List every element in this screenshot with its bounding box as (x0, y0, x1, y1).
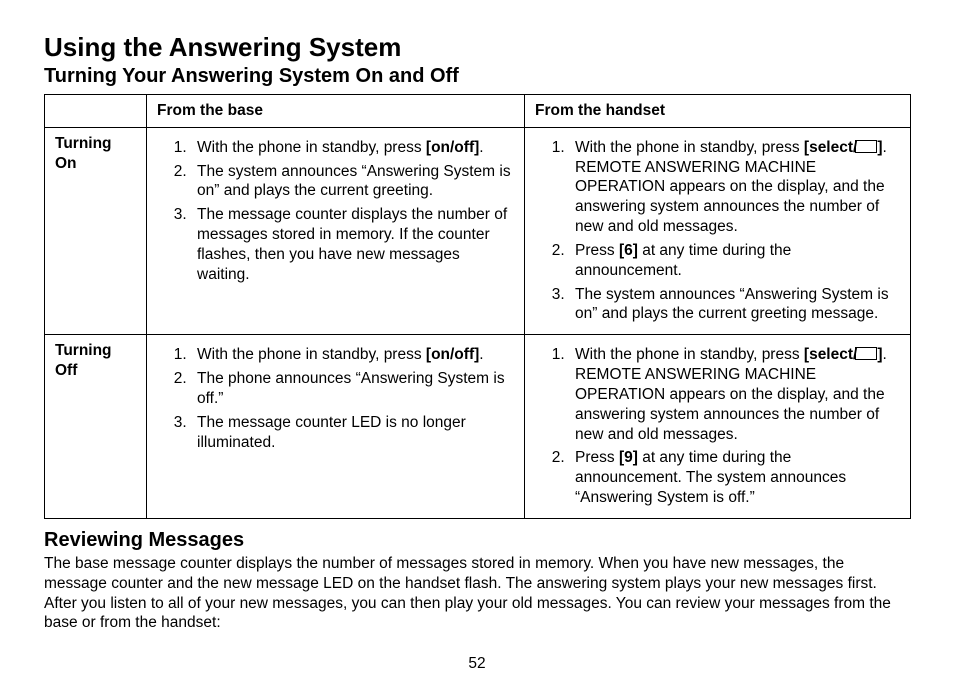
base-cell: With the phone in standby, press [on/off… (147, 127, 525, 334)
step-item: The system announces “Answering System i… (569, 285, 900, 325)
step-list: With the phone in standby, press [select… (535, 345, 900, 508)
step-item: With the phone in standby, press [on/off… (191, 345, 514, 365)
page-title: Using the Answering System (44, 32, 910, 63)
table-row: Turning On With the phone in standby, pre… (45, 127, 911, 334)
step-item: The message counter displays the number … (191, 205, 514, 284)
step-list: With the phone in standby, press [on/off… (157, 345, 514, 452)
review-paragraph: The base message counter displays the nu… (44, 554, 910, 633)
step-item: The system announces “Answering System i… (191, 162, 514, 202)
base-cell: With the phone in standby, press [on/off… (147, 335, 525, 519)
table-header-handset: From the handset (525, 95, 911, 128)
handset-cell: With the phone in standby, press [select… (525, 335, 911, 519)
answer-machine-icon (855, 140, 877, 153)
step-item: Press [9] at any time during the announc… (569, 448, 900, 507)
step-item: With the phone in standby, press [select… (569, 345, 900, 444)
table-header-blank (45, 95, 147, 128)
onoff-table: From the base From the handset Turning O… (44, 94, 911, 519)
step-item: Press [6] at any time during the announc… (569, 241, 900, 281)
step-list: With the phone in standby, press [select… (535, 138, 900, 324)
table-header-base: From the base (147, 95, 525, 128)
step-item: The phone announces “Answering System is… (191, 369, 514, 409)
step-list: With the phone in standby, press [on/off… (157, 138, 514, 285)
row-label: Turning On (45, 127, 147, 334)
section-heading-review: Reviewing Messages (44, 529, 910, 552)
step-item: With the phone in standby, press [select… (569, 138, 900, 237)
row-label: Turning Off (45, 335, 147, 519)
step-item: The message counter LED is no longer ill… (191, 413, 514, 453)
section-heading-onoff: Turning Your Answering System On and Off (44, 65, 910, 88)
answer-machine-icon (855, 347, 877, 360)
page-number: 52 (44, 655, 910, 673)
handset-cell: With the phone in standby, press [select… (525, 127, 911, 334)
document-page: Using the Answering System Turning Your … (0, 0, 954, 673)
step-item: With the phone in standby, press [on/off… (191, 138, 514, 158)
table-row: Turning Off With the phone in standby, pr… (45, 335, 911, 519)
